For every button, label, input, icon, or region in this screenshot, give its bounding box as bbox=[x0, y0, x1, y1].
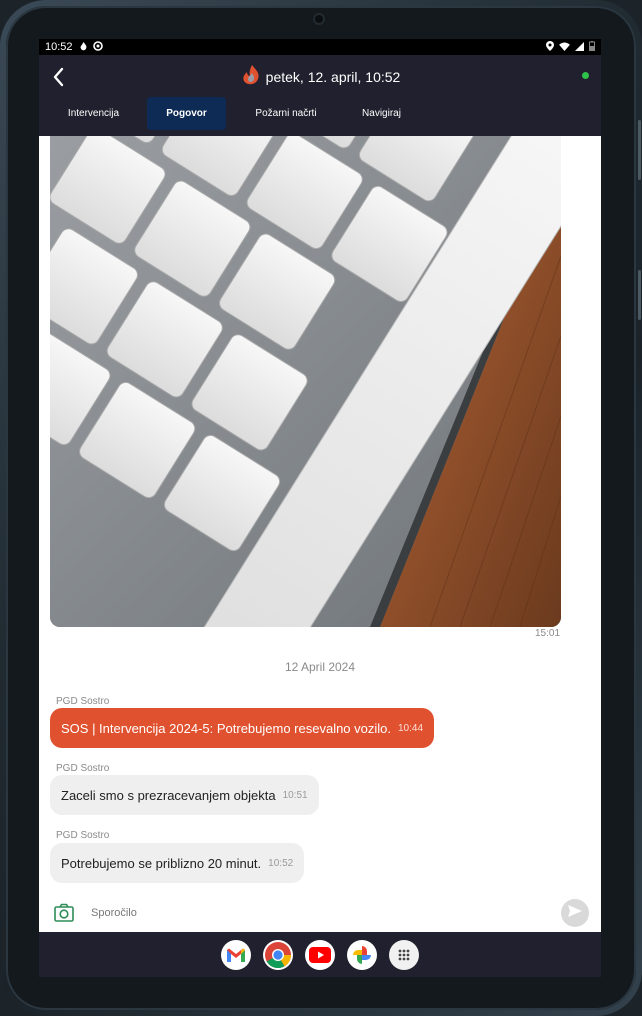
app-bar: petek, 12. april, 10:52 Intervencija Pog… bbox=[39, 55, 601, 136]
chat-thread[interactable]: 15:01 12 April 2024 PGD Sostro SOS | Int… bbox=[39, 136, 601, 886]
message-input[interactable] bbox=[91, 903, 541, 923]
flame-logo-icon bbox=[240, 64, 262, 91]
photos-icon[interactable] bbox=[347, 939, 377, 970]
tab-label: Intervencija bbox=[67, 108, 120, 119]
location-icon bbox=[546, 41, 554, 53]
message-time: 10:44 bbox=[398, 722, 424, 734]
youtube-icon[interactable] bbox=[305, 939, 335, 970]
send-icon bbox=[567, 903, 583, 924]
message-bubble[interactable]: Potrebujemo se priblizno 20 minut. 10:52 bbox=[50, 843, 305, 883]
status-bar: 10:52 bbox=[39, 39, 601, 55]
message-sender: PGD Sostro bbox=[56, 763, 110, 774]
message-composer bbox=[39, 894, 601, 932]
header-title-group: petek, 12. april, 10:52 bbox=[39, 64, 601, 91]
gmail-icon[interactable] bbox=[221, 939, 251, 970]
chrome-icon[interactable] bbox=[263, 939, 293, 970]
settings-icon bbox=[92, 41, 103, 53]
screen: 10:52 petek, 12. april, 10:52 Intervenci… bbox=[39, 39, 601, 977]
power-button bbox=[638, 270, 641, 320]
tab-bar: Intervencija Pogovor Požarni načrti Navi… bbox=[39, 97, 601, 130]
keyboard-photo bbox=[50, 136, 561, 627]
message-text: SOS | Intervencija 2024-5: Potrebujemo r… bbox=[61, 720, 391, 736]
page-title: petek, 12. april, 10:52 bbox=[265, 69, 401, 85]
signal-icon bbox=[575, 41, 584, 53]
tab-label: Požarni načrti bbox=[255, 108, 317, 119]
tab-label: Pogovor bbox=[166, 108, 207, 119]
message-sender: PGD Sostro bbox=[56, 696, 110, 707]
send-button[interactable] bbox=[561, 899, 589, 927]
status-icons bbox=[546, 41, 595, 53]
message-bubble[interactable]: Zaceli smo s prezracevanjem objekta 10:5… bbox=[50, 775, 319, 815]
image-message-time: 15:01 bbox=[535, 628, 561, 639]
tab-navigiraj[interactable]: Navigiraj bbox=[342, 97, 421, 130]
message-text: Zaceli smo s prezracevanjem objekta bbox=[61, 787, 276, 803]
tab-label: Navigiraj bbox=[362, 108, 401, 119]
message-sender: PGD Sostro bbox=[56, 830, 110, 841]
tab-pogovor[interactable]: Pogovor bbox=[147, 97, 226, 130]
sos-message-bubble[interactable]: SOS | Intervencija 2024-5: Potrebujemo r… bbox=[50, 708, 435, 748]
message-text: Potrebujemo se priblizno 20 minut. bbox=[61, 855, 262, 871]
status-time: 10:52 bbox=[45, 41, 73, 53]
camera-icon[interactable] bbox=[53, 902, 75, 924]
app-drawer-icon[interactable] bbox=[389, 939, 419, 970]
volume-button bbox=[638, 120, 641, 180]
tab-pozarni-nacrti[interactable]: Požarni načrti bbox=[242, 97, 330, 130]
app-dock bbox=[39, 932, 601, 977]
flame-icon bbox=[79, 41, 88, 53]
online-status-indicator bbox=[582, 72, 589, 79]
tablet-frame: 10:52 petek, 12. april, 10:52 Intervenci… bbox=[0, 0, 642, 1016]
wifi-icon bbox=[559, 41, 570, 53]
image-message[interactable] bbox=[50, 136, 561, 627]
tab-intervencija[interactable]: Intervencija bbox=[54, 97, 133, 130]
message-time: 10:51 bbox=[282, 789, 308, 801]
message-time: 10:52 bbox=[268, 857, 294, 869]
date-separator: 12 April 2024 bbox=[284, 660, 356, 674]
battery-icon bbox=[589, 41, 595, 53]
front-camera bbox=[315, 15, 323, 23]
